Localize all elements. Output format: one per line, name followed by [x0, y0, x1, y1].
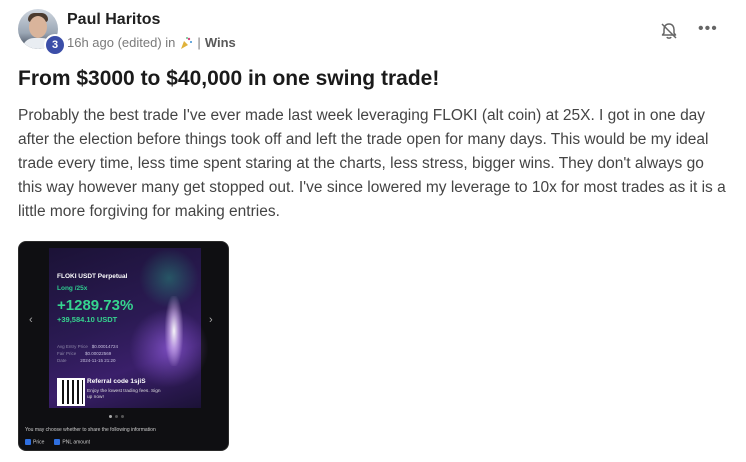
date-label: Date: [57, 358, 67, 363]
pnl-checkbox: PNL amount: [54, 439, 90, 445]
pnl-checkbox-label: PNL amount: [62, 439, 91, 446]
category-link[interactable]: Wins: [205, 35, 236, 50]
author-name[interactable]: Paul Haritos: [67, 11, 160, 29]
attachment-image[interactable]: ‹ › FLOKI USDT Perpetual Long /25x +1289…: [18, 241, 229, 451]
qr-code: [57, 378, 85, 406]
bell-off-icon[interactable]: [659, 21, 679, 41]
referral-label: Referral code: [87, 378, 129, 385]
trade-pnl-percent: +1289.73%: [57, 297, 134, 314]
post-title: From $3000 to $40,000 in one swing trade…: [18, 67, 440, 90]
post-time: 16h ago (edited) in: [67, 35, 176, 50]
post-meta: 16h ago (edited) in | Wins: [67, 35, 236, 50]
share-note: You may choose whether to share the foll…: [25, 427, 156, 433]
referral-subtext: Enjoy the lowest trading fees. Sign up n…: [87, 389, 161, 400]
referral-code: Referral code 1sjiS: [87, 378, 146, 385]
fair-price-label: Fair Price: [57, 351, 77, 356]
price-checkbox: Price: [25, 439, 44, 445]
next-image-icon[interactable]: ›: [209, 314, 213, 326]
referral-value: 1sjiS: [130, 378, 146, 385]
share-options: Price PNL amount: [25, 439, 90, 445]
trade-pnl-usdt: +39,584.10 USDT: [57, 315, 118, 324]
fair-price-value: $0.00022569: [85, 351, 112, 356]
category-separator: |: [197, 35, 201, 50]
trade-screenshot: FLOKI USDT Perpetual Long /25x +1289.73%…: [49, 248, 209, 408]
price-checkbox-label: Price: [33, 439, 45, 446]
level-badge: 3: [44, 34, 66, 56]
post-body: Probably the best trade I've ever made l…: [18, 107, 726, 220]
avg-entry-value: $0.00014724: [91, 344, 118, 349]
trade-pair: FLOKI USDT Perpetual: [57, 273, 128, 280]
prev-image-icon[interactable]: ‹: [29, 314, 33, 326]
party-popper-icon: [181, 36, 193, 49]
carousel-dots: [109, 415, 124, 418]
trade-details: Avg Entry Price $0.00014724 Fair Price $…: [57, 343, 118, 364]
trade-position: Long /25x: [57, 285, 88, 292]
date-value: 2024-11-15 21:20: [80, 358, 116, 363]
avg-entry-label: Avg Entry Price: [57, 344, 88, 349]
more-horizontal-icon[interactable]: •••: [698, 21, 718, 38]
